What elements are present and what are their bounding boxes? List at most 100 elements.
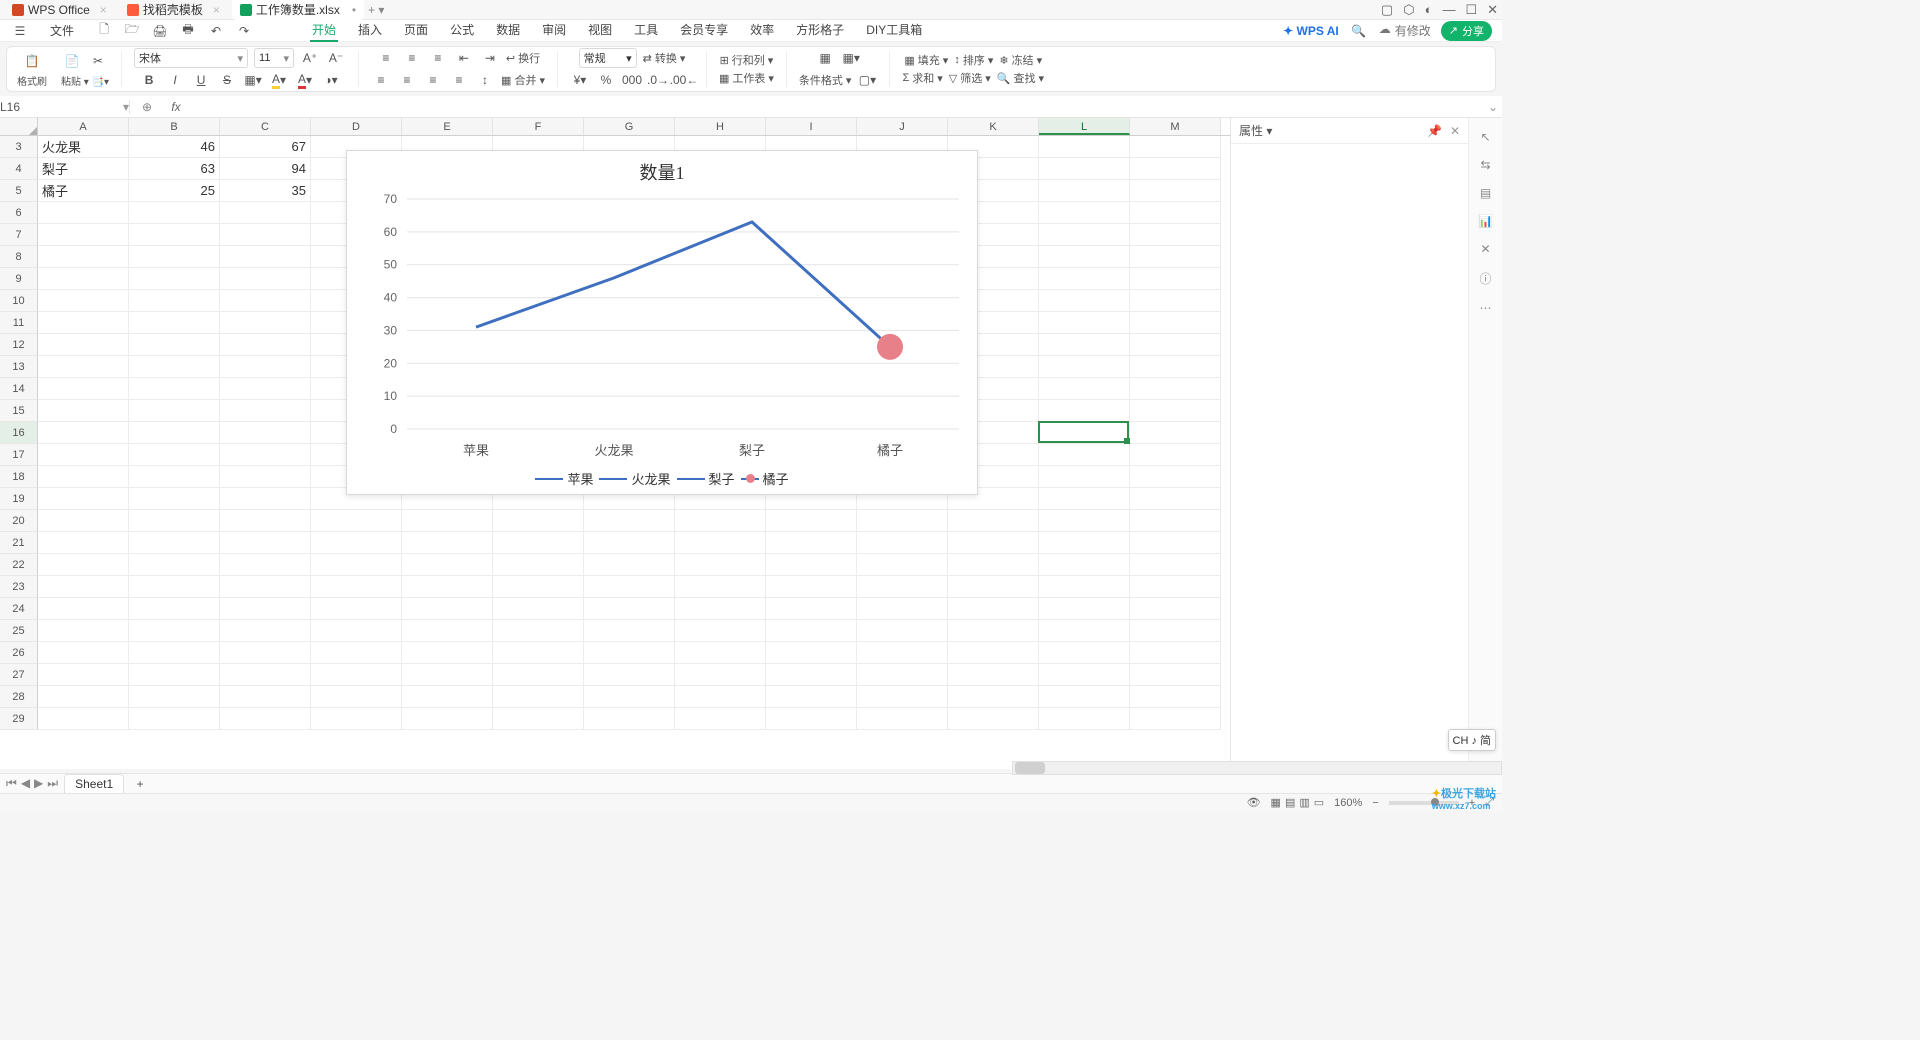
column-header[interactable]: L [1039, 118, 1130, 135]
cell[interactable] [1039, 598, 1130, 620]
cell[interactable] [38, 246, 129, 268]
cell[interactable] [38, 202, 129, 224]
cell[interactable] [493, 708, 584, 730]
ribbon-tab[interactable]: 会员专享 [678, 19, 730, 42]
cell[interactable] [857, 642, 948, 664]
cell[interactable] [1039, 686, 1130, 708]
cell[interactable] [38, 642, 129, 664]
row-header[interactable]: 18 [0, 466, 38, 488]
window-control[interactable]: ☐ [1465, 2, 1477, 18]
cell[interactable] [402, 642, 493, 664]
cell[interactable] [675, 554, 766, 576]
fx-label[interactable]: fx [164, 100, 188, 114]
cell[interactable] [38, 356, 129, 378]
cell[interactable]: 63 [129, 158, 220, 180]
cell[interactable] [402, 510, 493, 532]
cell[interactable] [1130, 290, 1221, 312]
cell[interactable] [1039, 356, 1130, 378]
siderail-icon[interactable]: ⇆ [1480, 158, 1490, 172]
cell[interactable] [38, 422, 129, 444]
font-color-button[interactable]: A▾ [295, 70, 315, 90]
view-layout-button[interactable]: ▥ [1299, 796, 1309, 809]
zoom-value[interactable]: 160% [1334, 797, 1362, 809]
cell[interactable] [1130, 136, 1221, 158]
cell[interactable] [38, 312, 129, 334]
cell[interactable] [1130, 180, 1221, 202]
cell[interactable] [493, 576, 584, 598]
decrease-font-icon[interactable]: A⁻ [326, 48, 346, 68]
worksheet-button[interactable]: ▦ 工作表▾ [719, 70, 774, 86]
cell[interactable] [220, 620, 311, 642]
increase-font-icon[interactable]: A⁺ [300, 48, 320, 68]
cell[interactable] [766, 708, 857, 730]
window-control[interactable]: ◐ [1425, 2, 1433, 17]
cell[interactable] [220, 378, 311, 400]
align-left-icon[interactable]: ≡ [371, 70, 391, 90]
quick-icon[interactable]: ↶ [206, 21, 226, 41]
cut-icon[interactable]: ✂ [88, 51, 108, 71]
font-select[interactable]: 宋体▾ [134, 48, 248, 68]
cell[interactable] [402, 620, 493, 642]
cell[interactable] [493, 620, 584, 642]
search-icon[interactable]: 🔍 [1349, 21, 1369, 41]
column-header[interactable]: B [129, 118, 220, 135]
percent-icon[interactable]: % [596, 70, 616, 90]
format-brush-icon[interactable]: 📋 [22, 51, 42, 71]
cell[interactable] [857, 554, 948, 576]
cell[interactable] [38, 268, 129, 290]
cell[interactable] [311, 642, 402, 664]
cell[interactable] [1130, 422, 1221, 444]
cell[interactable] [584, 708, 675, 730]
zoom-out-button[interactable]: − [1372, 797, 1378, 809]
cell[interactable] [1130, 664, 1221, 686]
cell[interactable] [948, 686, 1039, 708]
cell[interactable] [1130, 510, 1221, 532]
window-control[interactable]: ⬡ [1403, 2, 1414, 18]
row-header[interactable]: 21 [0, 532, 38, 554]
rowcol-button[interactable]: ⊞ 行和列▾ [720, 52, 774, 68]
formula-expand-icon[interactable]: ⌄ [1484, 100, 1502, 114]
cell[interactable] [766, 532, 857, 554]
cell[interactable] [493, 642, 584, 664]
view-layout-button[interactable]: ▭ [1314, 796, 1324, 809]
column-header[interactable]: F [493, 118, 584, 135]
cell[interactable] [129, 224, 220, 246]
cell[interactable] [220, 576, 311, 598]
cell[interactable] [1130, 378, 1221, 400]
cell[interactable] [766, 686, 857, 708]
wrap-text-button[interactable]: ↩ 换行 [506, 50, 540, 66]
cell[interactable] [129, 532, 220, 554]
cell[interactable] [766, 642, 857, 664]
cell[interactable] [129, 400, 220, 422]
zoom-fx-icon[interactable]: ⊕ [130, 100, 164, 114]
styles-icon[interactable]: ▦ [815, 48, 835, 68]
cell[interactable] [220, 554, 311, 576]
row-header[interactable]: 3 [0, 136, 38, 158]
row-header[interactable]: 14 [0, 378, 38, 400]
inc-decimal-icon[interactable]: .0→ [648, 70, 668, 90]
cell[interactable] [220, 202, 311, 224]
column-header[interactable]: G [584, 118, 675, 135]
cell[interactable] [1039, 642, 1130, 664]
close-panel-icon[interactable]: ✕ [1450, 124, 1460, 138]
sheet-tab[interactable]: Sheet1 [64, 774, 124, 793]
border-button[interactable]: ▦▾ [243, 70, 263, 90]
cell[interactable] [584, 532, 675, 554]
cell[interactable] [1039, 378, 1130, 400]
select-all-corner[interactable] [0, 118, 38, 135]
cell[interactable] [129, 378, 220, 400]
cell[interactable] [1039, 158, 1130, 180]
thousands-icon[interactable]: 000 [622, 70, 642, 90]
cell[interactable] [1039, 664, 1130, 686]
column-header[interactable]: H [675, 118, 766, 135]
row-header[interactable]: 12 [0, 334, 38, 356]
cell[interactable] [220, 598, 311, 620]
cell[interactable] [129, 422, 220, 444]
cell[interactable] [129, 466, 220, 488]
filter-button[interactable]: ▽ 筛选▾ [949, 70, 991, 86]
window-tab[interactable]: 工作簿数量.xlsx• [232, 0, 364, 20]
cell[interactable] [1130, 224, 1221, 246]
cell[interactable] [220, 334, 311, 356]
siderail-icon[interactable]: ↖ [1480, 130, 1490, 144]
cell[interactable] [38, 554, 129, 576]
